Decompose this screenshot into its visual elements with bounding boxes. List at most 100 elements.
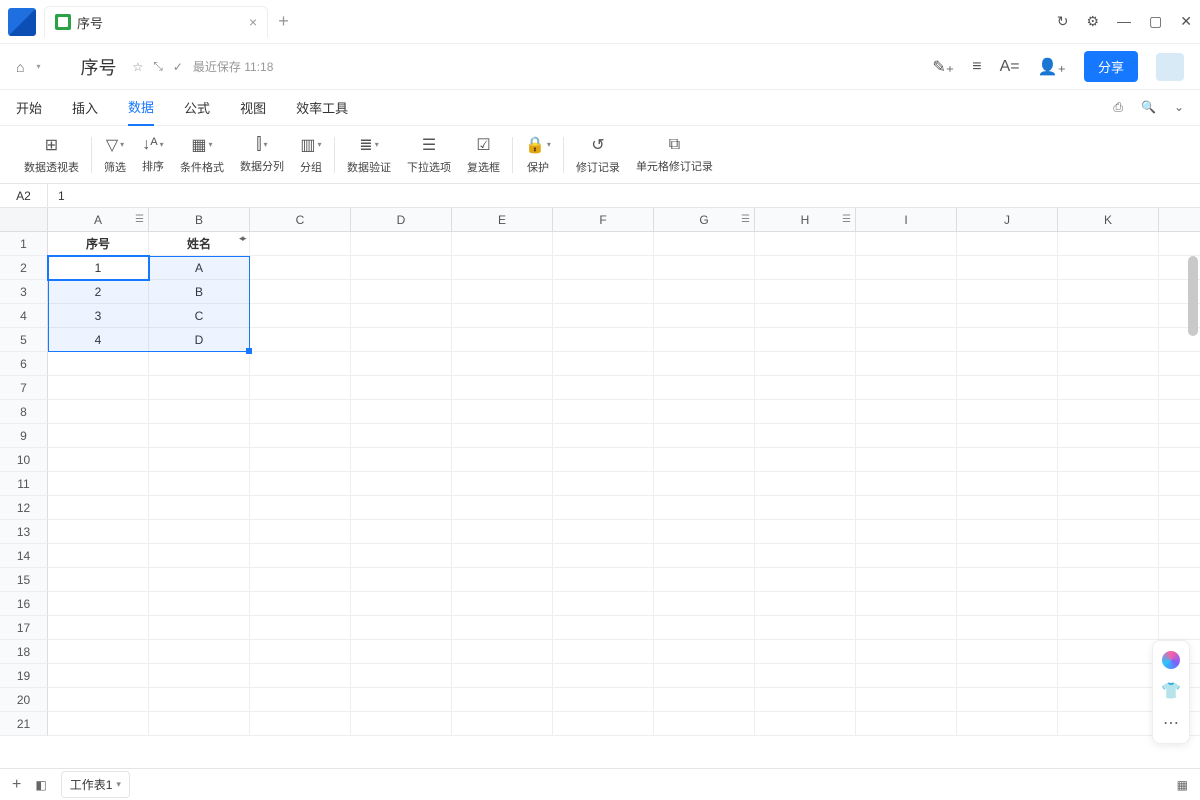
cell[interactable] [250,664,351,688]
column-header[interactable]: K [1058,208,1159,232]
cell[interactable] [149,352,250,376]
cell[interactable] [1058,568,1159,592]
column-header[interactable]: L [1159,208,1200,232]
cell[interactable] [654,472,755,496]
sheet-menu-caret-icon[interactable]: ▾ [116,779,121,790]
column-header[interactable]: B [149,208,250,232]
cell[interactable] [957,472,1058,496]
cell[interactable] [250,352,351,376]
dropdown-button[interactable]: ☰下拉选项 [407,135,451,175]
cell[interactable] [856,352,957,376]
cell[interactable] [250,688,351,712]
cell[interactable] [856,232,957,256]
home-button[interactable]: ⌂ [16,59,24,75]
cell[interactable] [351,400,452,424]
cell[interactable] [654,280,755,304]
cell[interactable] [1159,448,1200,472]
cell[interactable] [1159,376,1200,400]
cell[interactable] [48,472,149,496]
cell[interactable] [654,328,755,352]
cell[interactable] [654,424,755,448]
cell[interactable] [654,592,755,616]
filter-button[interactable]: ▽▾筛选 [104,135,126,175]
column-header[interactable]: F [553,208,654,232]
column-header[interactable]: C [250,208,351,232]
row-header[interactable]: 9 [0,424,48,448]
add-user-icon[interactable]: 👤₊ [1038,57,1066,77]
cell[interactable] [250,568,351,592]
cell[interactable] [553,280,654,304]
cell[interactable] [250,400,351,424]
cell[interactable] [48,616,149,640]
spreadsheet-grid[interactable]: A☰BCDEFG☰H☰IJKL 123456789101112131415161… [0,208,1200,742]
cell[interactable] [856,256,957,280]
cell[interactable] [452,592,553,616]
cell[interactable] [1159,592,1200,616]
cell[interactable] [755,616,856,640]
cell[interactable] [553,304,654,328]
cell[interactable] [856,472,957,496]
cell[interactable] [452,664,553,688]
cell[interactable] [957,328,1058,352]
cell[interactable] [149,400,250,424]
close-window-button[interactable]: ✕ [1180,13,1192,30]
cell[interactable] [755,328,856,352]
cell[interactable] [452,520,553,544]
cell[interactable] [553,568,654,592]
cell[interactable] [1058,232,1159,256]
cell[interactable] [856,376,957,400]
cell[interactable] [957,592,1058,616]
column-header[interactable]: I [856,208,957,232]
cell[interactable] [48,448,149,472]
row-header[interactable]: 19 [0,664,48,688]
cell[interactable] [351,472,452,496]
cell[interactable] [654,544,755,568]
column-header[interactable]: G☰ [654,208,755,232]
cell[interactable] [1058,496,1159,520]
cell[interactable] [149,544,250,568]
column-header[interactable]: H☰ [755,208,856,232]
cell[interactable]: B [149,280,250,304]
cell[interactable] [351,328,452,352]
row-header[interactable]: 21 [0,712,48,736]
cell[interactable] [1159,616,1200,640]
cell[interactable] [654,448,755,472]
cell[interactable] [452,568,553,592]
row-header[interactable]: 20 [0,688,48,712]
cell[interactable] [250,256,351,280]
cell[interactable] [351,256,452,280]
cell[interactable] [1058,376,1159,400]
cell[interactable] [856,592,957,616]
cell[interactable] [755,496,856,520]
cell[interactable] [1058,472,1159,496]
cell[interactable] [654,352,755,376]
menu-start[interactable]: 开始 [16,90,42,125]
column-header[interactable]: A☰ [48,208,149,232]
cell[interactable] [149,568,250,592]
menu-formula[interactable]: 公式 [184,90,210,125]
cell[interactable] [250,448,351,472]
cell[interactable]: C [149,304,250,328]
cell[interactable] [149,640,250,664]
cell[interactable] [351,568,452,592]
cell[interactable] [957,280,1058,304]
cell[interactable] [856,688,957,712]
cell[interactable] [654,688,755,712]
data-validation-button[interactable]: ≣▾数据验证 [347,135,391,175]
cell[interactable] [856,280,957,304]
cell[interactable] [250,712,351,736]
cell[interactable] [452,544,553,568]
protect-button[interactable]: 🔒▾保护 [525,135,551,175]
cell[interactable] [1058,424,1159,448]
cell[interactable] [351,664,452,688]
cell[interactable] [1058,712,1159,736]
cell[interactable] [654,304,755,328]
column-filter-icon[interactable]: ☰ [741,214,750,225]
cell[interactable] [553,688,654,712]
cell[interactable] [351,448,452,472]
cell[interactable] [250,544,351,568]
cell[interactable] [452,712,553,736]
cell[interactable] [250,592,351,616]
cell[interactable]: 2 [48,280,149,304]
cell[interactable] [856,496,957,520]
